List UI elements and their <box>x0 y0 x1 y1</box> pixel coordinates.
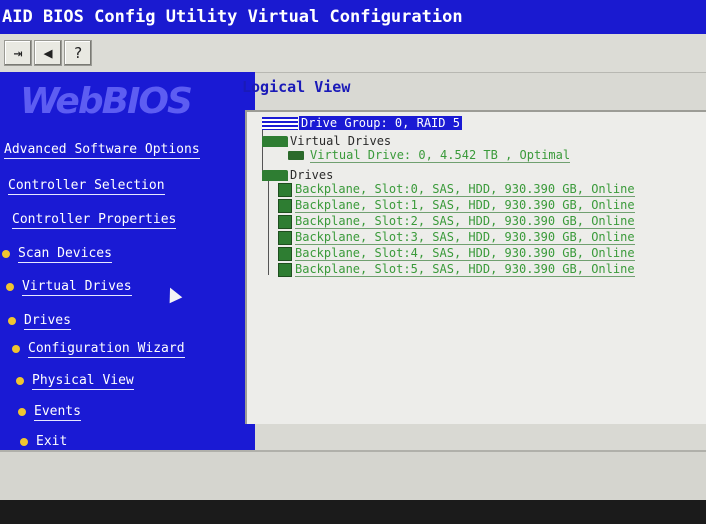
tree-item-label: Virtual Drives <box>290 134 392 148</box>
sidebar-item-controller-selection[interactable]: Controller Selection <box>8 178 165 195</box>
bullet-icon <box>18 407 26 416</box>
sidebar-item-scan-devices[interactable]: Scan Devices <box>2 246 112 263</box>
window-title: AID BIOS Config Utility Virtual Configur… <box>0 0 706 34</box>
tree-item-virtual-drives[interactable]: Virtual Drives <box>262 134 391 148</box>
hard-drive-icon <box>278 214 292 229</box>
sidebar-item-label: Drives <box>24 313 71 330</box>
speaker-icon[interactable]: ◀ <box>34 40 62 66</box>
tree-item-label: Drives <box>290 168 334 182</box>
tree-item-label: Backplane, Slot:5, SAS, HDD, 930.390 GB,… <box>295 262 635 277</box>
bullet-icon <box>16 376 24 385</box>
hard-drive-icon <box>278 230 292 245</box>
tree-item-drives[interactable]: Drives <box>262 168 333 182</box>
tree-item-drive-slot-4[interactable]: Backplane, Slot:4, SAS, HDD, 930.390 GB,… <box>278 246 635 261</box>
bios-screen: AID BIOS Config Utility Virtual Configur… <box>0 0 706 500</box>
tree-item-drive-slot-0[interactable]: Backplane, Slot:0, SAS, HDD, 930.390 GB,… <box>278 182 635 197</box>
sidebar-item-controller-properties[interactable]: Controller Properties <box>12 212 177 229</box>
tree-item-drive-group[interactable]: Drive Group: 0, RAID 5 <box>262 116 462 130</box>
hard-drive-icon <box>278 198 292 213</box>
tree-item-virtual-drive-0[interactable]: Virtual Drive: 0, 4.542 TB , Optimal <box>288 148 571 163</box>
sidebar-item-configuration-wizard[interactable]: Configuration Wizard <box>12 341 185 358</box>
sidebar-item-label: Virtual Drives <box>22 279 132 296</box>
tree-item-label: Backplane, Slot:1, SAS, HDD, 930.390 GB,… <box>295 198 635 213</box>
drive-group-label: Drive Group: 0, RAID 5 <box>299 116 462 130</box>
toolbar: ⇥ ◀ ? <box>0 34 706 73</box>
hard-drive-icon <box>278 182 292 197</box>
sidebar-item-label: Events <box>34 404 81 421</box>
sidebar-item-physical-view[interactable]: Physical View <box>16 373 134 390</box>
folder-icon <box>262 170 288 181</box>
sidebar-item-events[interactable]: Events <box>18 404 81 421</box>
sidebar-item-label: Controller Selection <box>8 178 165 195</box>
hard-drive-icon <box>278 262 292 277</box>
tree-item-drive-slot-3[interactable]: Backplane, Slot:3, SAS, HDD, 930.390 GB,… <box>278 230 635 245</box>
bullet-icon <box>20 437 28 446</box>
exit-icon[interactable]: ⇥ <box>4 40 32 66</box>
sidebar-item-exit[interactable]: Exit <box>20 434 68 451</box>
tree-item-label: Backplane, Slot:0, SAS, HDD, 930.390 GB,… <box>295 182 635 197</box>
sidebar-item-label: Scan Devices <box>18 246 112 263</box>
sidebar-item-label: Exit <box>36 434 68 451</box>
sidebar-item-advanced-software-options[interactable]: Advanced Software Options <box>4 142 200 159</box>
sidebar-item-label: Advanced Software Options <box>4 142 200 159</box>
bullet-icon <box>12 344 20 353</box>
bullet-icon <box>2 249 10 258</box>
help-icon[interactable]: ? <box>64 40 92 66</box>
tree-connector <box>268 180 269 275</box>
hard-drive-icon <box>278 246 292 261</box>
tree-item-label: Backplane, Slot:2, SAS, HDD, 930.390 GB,… <box>295 214 635 229</box>
folder-icon <box>262 136 288 147</box>
status-bar <box>0 450 706 500</box>
sidebar-item-label: Configuration Wizard <box>28 341 185 358</box>
drive-group-icon <box>262 117 298 130</box>
tree-item-label: Backplane, Slot:4, SAS, HDD, 930.390 GB,… <box>295 246 635 261</box>
tree-item-drive-slot-2[interactable]: Backplane, Slot:2, SAS, HDD, 930.390 GB,… <box>278 214 635 229</box>
sidebar-item-drives[interactable]: Drives <box>8 313 71 330</box>
page-title: Logical View <box>242 78 351 96</box>
sidebar-item-label: Physical View <box>32 373 134 390</box>
tree-item-drive-slot-5[interactable]: Backplane, Slot:5, SAS, HDD, 930.390 GB,… <box>278 262 635 277</box>
sidebar-item-label: Controller Properties <box>12 212 177 229</box>
sidebar-item-virtual-drives[interactable]: Virtual Drives <box>6 279 132 296</box>
tree-item-label: Backplane, Slot:3, SAS, HDD, 930.390 GB,… <box>295 230 635 245</box>
tree-item-drive-slot-1[interactable]: Backplane, Slot:1, SAS, HDD, 930.390 GB,… <box>278 198 635 213</box>
bullet-icon <box>8 316 16 325</box>
tree-item-label: Virtual Drive: 0, 4.542 TB , Optimal <box>310 148 571 163</box>
virtual-drive-icon <box>288 151 304 160</box>
webbios-logo: WebBIOS <box>20 81 193 122</box>
bullet-icon <box>6 282 14 291</box>
